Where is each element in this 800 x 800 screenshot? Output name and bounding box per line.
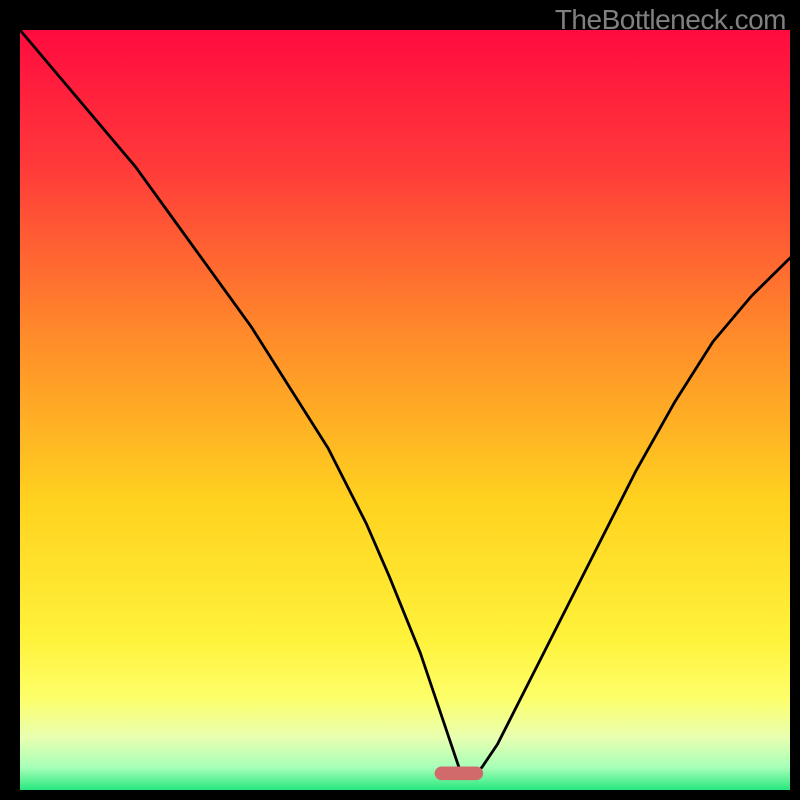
plot-area <box>20 30 790 790</box>
bottleneck-chart <box>20 30 790 790</box>
optimal-marker <box>435 766 484 780</box>
chart-frame: TheBottleneck.com <box>0 0 800 800</box>
watermark-label: TheBottleneck.com <box>555 4 786 36</box>
